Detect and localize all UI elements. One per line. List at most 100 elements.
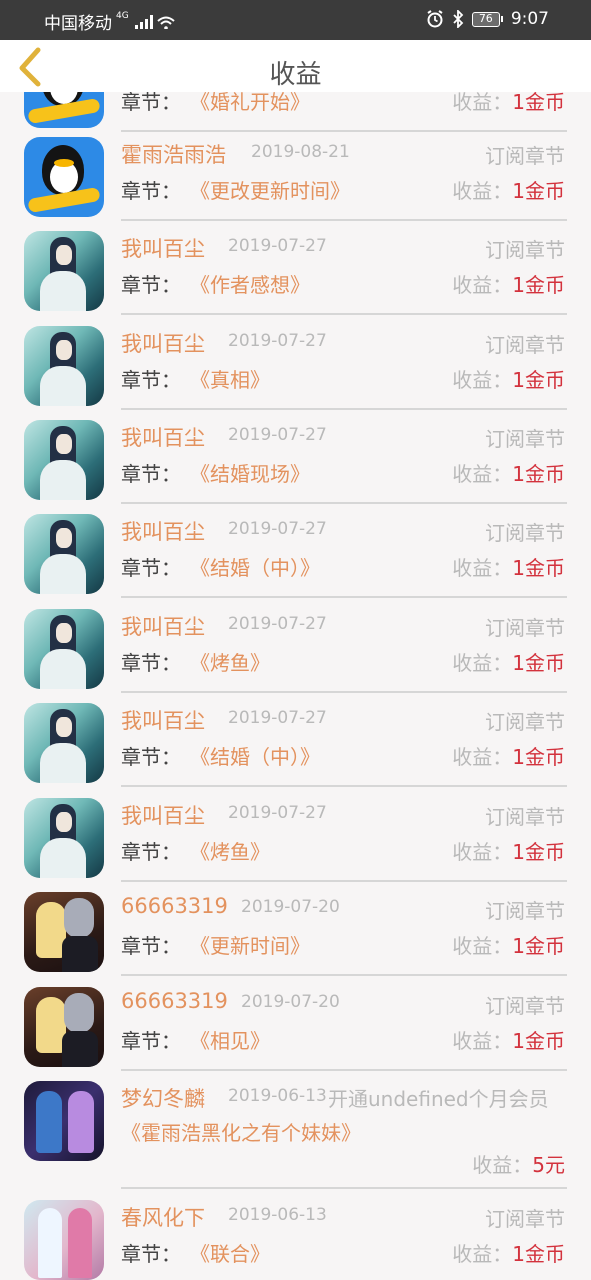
date: 2019-07-27 — [228, 331, 327, 351]
avatar — [24, 987, 104, 1067]
divider — [121, 313, 567, 315]
chapter-title: 《联合》 — [190, 1242, 270, 1266]
income: 收益：1金币 — [452, 273, 565, 297]
record-type: 订阅章节 — [485, 144, 565, 168]
app-header: 收益 — [0, 40, 591, 92]
list-item[interactable]: 春风化下 2019-06-13 订阅章节 章节： 《联合》 收益：1金币 — [0, 1190, 591, 1280]
list-item[interactable]: 霍雨浩雨浩 2019-08-21 订阅章节 章节： 《更改更新时间》 收益：1金… — [0, 127, 591, 221]
avatar — [24, 231, 104, 311]
list-item[interactable]: 梦幻冬麟 2019-06-13 开通undefined个月会员 《霍雨浩黑化之有… — [0, 1071, 591, 1189]
date: 2019-07-27 — [228, 236, 327, 256]
clock: 9:07 — [510, 9, 549, 29]
chapter-label: 章节： — [121, 934, 181, 958]
user-name: 66663319 — [121, 894, 228, 918]
list-item[interactable]: 我叫百尘 2019-07-27 订阅章节 章节： 《烤鱼》 收益：1金币 — [0, 788, 591, 882]
chapter-title: 《烤鱼》 — [190, 840, 270, 864]
income: 收益：1金币 — [452, 1029, 565, 1053]
avatar — [24, 1081, 104, 1161]
record-type: 开通undefined个月会员 — [328, 1087, 549, 1111]
date: 2019-07-20 — [241, 897, 340, 917]
list-item[interactable]: 我叫百尘 2019-07-27 订阅章节 章节： 《结婚现场》 收益：1金币 — [0, 410, 591, 504]
divider — [121, 596, 567, 598]
battery-icon: 76 — [471, 11, 503, 27]
avatar — [24, 703, 104, 783]
chapter-label: 章节： — [121, 368, 181, 392]
list-item[interactable]: 66663319 2019-07-20 订阅章节 章节： 《更新时间》 收益：1… — [0, 882, 591, 976]
record-type: 订阅章节 — [485, 994, 565, 1018]
date: 2019-07-27 — [228, 614, 327, 634]
chapter-title: 《烤鱼》 — [190, 651, 270, 675]
user-name: 我叫百尘 — [121, 426, 205, 450]
date: 2019-08-21 — [251, 142, 350, 162]
chapter-title: 《结婚（中）》 — [190, 745, 320, 769]
income: 收益：1金币 — [452, 462, 565, 486]
income: 收益：1金币 — [452, 179, 565, 203]
record-type: 订阅章节 — [485, 333, 565, 357]
record-type: 订阅章节 — [485, 805, 565, 829]
chapter-title: 《结婚（中）》 — [190, 556, 320, 580]
list-item[interactable]: 我叫百尘 2019-07-27 订阅章节 章节： 《结婚（中）》 收益：1金币 — [0, 504, 591, 598]
date: 2019-06-13 — [228, 1205, 327, 1225]
chapter-title: 《真相》 — [190, 368, 270, 392]
network-type: 4G — [116, 10, 129, 21]
chapter-title: 《相见》 — [190, 1029, 270, 1053]
alarm-icon — [427, 10, 443, 28]
chapter-label: 章节： — [121, 1029, 181, 1053]
user-name: 我叫百尘 — [121, 332, 205, 356]
chapter-label: 章节： — [121, 556, 181, 580]
income-list[interactable]: 章节： 《婚礼开始》 收益：1金币 霍雨浩雨浩 2019-08-21 订阅章节 … — [0, 40, 591, 1280]
user-name: 霍雨浩雨浩 — [121, 143, 226, 167]
income: 收益：1金币 — [452, 934, 565, 958]
record-type: 订阅章节 — [485, 899, 565, 923]
user-name: 春风化下 — [121, 1206, 205, 1230]
chapter-label: 章节： — [121, 745, 181, 769]
avatar — [24, 798, 104, 878]
list-item[interactable]: 我叫百尘 2019-07-27 订阅章节 章节： 《作者感想》 收益：1金币 — [0, 221, 591, 315]
avatar — [24, 609, 104, 689]
divider — [121, 1187, 567, 1189]
date: 2019-06-13 — [228, 1086, 327, 1106]
record-type: 订阅章节 — [485, 238, 565, 262]
user-name: 66663319 — [121, 989, 228, 1013]
income: 收益：1金币 — [452, 1242, 565, 1266]
date: 2019-07-27 — [228, 519, 327, 539]
record-type: 订阅章节 — [485, 616, 565, 640]
user-name: 我叫百尘 — [121, 237, 205, 261]
income: 收益：1金币 — [452, 745, 565, 769]
date: 2019-07-27 — [228, 425, 327, 445]
record-type: 订阅章节 — [485, 521, 565, 545]
avatar — [24, 137, 104, 217]
chapter-label: 章节： — [121, 1242, 181, 1266]
divider — [121, 974, 567, 976]
chapter-label: 章节： — [121, 179, 181, 203]
user-name: 我叫百尘 — [121, 615, 205, 639]
user-name: 我叫百尘 — [121, 709, 205, 733]
chapter-title: 《更新时间》 — [190, 934, 310, 958]
record-type: 订阅章节 — [485, 427, 565, 451]
income: 收益：5元 — [472, 1153, 565, 1177]
wifi-icon — [157, 15, 175, 29]
chapter-label: 章节： — [121, 462, 181, 486]
avatar — [24, 892, 104, 972]
status-bar: 中国移动 4G 76 9:07 — [0, 0, 591, 40]
user-name: 我叫百尘 — [121, 520, 205, 544]
chapter-label: 章节： — [121, 273, 181, 297]
carrier-name: 中国移动 — [44, 14, 112, 34]
income: 收益：1金币 — [452, 651, 565, 675]
list-item[interactable]: 我叫百尘 2019-07-27 订阅章节 章节： 《结婚（中）》 收益：1金币 — [0, 693, 591, 787]
avatar — [24, 1200, 104, 1280]
avatar — [24, 326, 104, 406]
chapter-title: 《更改更新时间》 — [190, 179, 350, 203]
date: 2019-07-20 — [241, 992, 340, 1012]
user-name: 我叫百尘 — [121, 804, 205, 828]
chapter-title: 《作者感想》 — [190, 273, 310, 297]
list-item[interactable]: 66663319 2019-07-20 订阅章节 章节： 《相见》 收益：1金币 — [0, 977, 591, 1071]
record-type: 订阅章节 — [485, 1207, 565, 1231]
list-item[interactable]: 我叫百尘 2019-07-27 订阅章节 章节： 《真相》 收益：1金币 — [0, 316, 591, 410]
signal-icon — [134, 14, 153, 29]
list-item[interactable]: 我叫百尘 2019-07-27 订阅章节 章节： 《烤鱼》 收益：1金币 — [0, 599, 591, 693]
income: 收益：1金币 — [452, 368, 565, 392]
avatar — [24, 514, 104, 594]
date: 2019-07-27 — [228, 803, 327, 823]
date: 2019-07-27 — [228, 708, 327, 728]
